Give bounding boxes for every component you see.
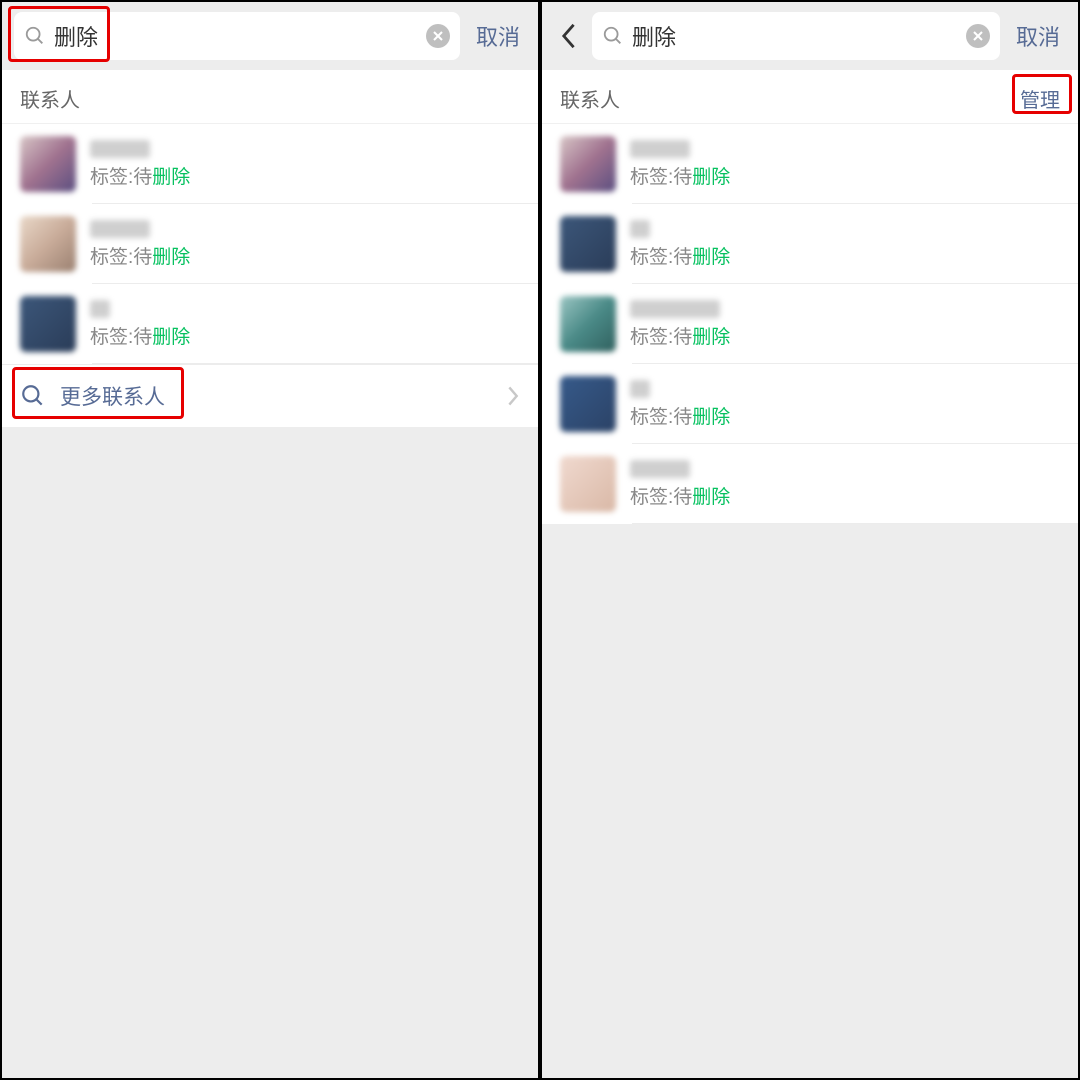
search-icon — [20, 383, 46, 409]
right-pane: 取消 联系人 管理 标签:待删除 标签:待删除 标签:待删除 — [540, 0, 1080, 1080]
contact-tag: 标签:待删除 — [90, 162, 190, 189]
clear-icon[interactable] — [426, 24, 450, 48]
contact-tag: 标签:待删除 — [90, 242, 190, 269]
back-button[interactable] — [554, 16, 582, 56]
contact-row[interactable]: 标签:待删除 — [542, 284, 1078, 364]
contacts-list: 标签:待删除 标签:待删除 标签:待删除 — [2, 124, 538, 364]
contact-name-redacted — [90, 300, 110, 318]
contact-name-redacted — [630, 380, 650, 398]
contact-row[interactable]: 标签:待删除 — [542, 124, 1078, 204]
contact-name-redacted — [630, 140, 690, 158]
avatar — [560, 136, 616, 192]
contact-row[interactable]: 标签:待删除 — [2, 204, 538, 284]
contact-row[interactable]: 标签:待删除 — [542, 204, 1078, 284]
search-input[interactable] — [54, 23, 418, 49]
contact-meta: 标签:待删除 — [630, 380, 730, 429]
search-header: 取消 — [542, 2, 1078, 70]
contact-meta: 标签:待删除 — [630, 220, 730, 269]
contact-meta: 标签:待删除 — [90, 220, 190, 269]
chevron-right-icon — [506, 385, 520, 407]
cancel-button[interactable]: 取消 — [1010, 20, 1066, 52]
cancel-button[interactable]: 取消 — [470, 20, 526, 52]
contact-row[interactable]: 标签:待删除 — [2, 284, 538, 364]
contact-name-redacted — [630, 220, 650, 238]
search-box[interactable] — [592, 12, 1000, 60]
contact-meta: 标签:待删除 — [90, 140, 190, 189]
search-input[interactable] — [632, 23, 958, 49]
left-pane: 取消 联系人 标签:待删除 标签:待删除 标签:待删除 — [0, 0, 540, 1080]
more-contacts-row[interactable]: 更多联系人 — [2, 364, 538, 427]
contact-tag: 标签:待删除 — [630, 482, 730, 509]
contact-meta: 标签:待删除 — [90, 300, 190, 349]
contact-name-redacted — [630, 460, 690, 478]
section-header-contacts: 联系人 — [2, 70, 538, 124]
manage-button[interactable]: 管理 — [1020, 84, 1060, 113]
contact-tag: 标签:待删除 — [630, 402, 730, 429]
contact-name-redacted — [630, 300, 720, 318]
avatar — [560, 376, 616, 432]
contact-tag: 标签:待删除 — [630, 242, 730, 269]
section-title: 联系人 — [560, 84, 620, 113]
avatar — [560, 216, 616, 272]
avatar — [560, 456, 616, 512]
avatar — [20, 216, 76, 272]
contacts-list: 标签:待删除 标签:待删除 标签:待删除 标签:待删除 — [542, 124, 1078, 524]
avatar — [560, 296, 616, 352]
contact-name-redacted — [90, 220, 150, 238]
contact-meta: 标签:待删除 — [630, 460, 730, 509]
contact-tag: 标签:待删除 — [630, 162, 730, 189]
contact-meta: 标签:待删除 — [630, 140, 730, 189]
avatar — [20, 296, 76, 352]
contact-name-redacted — [90, 140, 150, 158]
search-header: 取消 — [2, 2, 538, 70]
contact-row[interactable]: 标签:待删除 — [542, 444, 1078, 524]
search-icon — [24, 25, 46, 47]
avatar — [20, 136, 76, 192]
search-icon — [602, 25, 624, 47]
clear-icon[interactable] — [966, 24, 990, 48]
contact-row[interactable]: 标签:待删除 — [542, 364, 1078, 444]
more-contacts-label: 更多联系人 — [60, 381, 165, 411]
contact-tag: 标签:待删除 — [630, 322, 730, 349]
section-title: 联系人 — [20, 84, 80, 113]
search-box[interactable] — [14, 12, 460, 60]
contact-row[interactable]: 标签:待删除 — [2, 124, 538, 204]
contact-tag: 标签:待删除 — [90, 322, 190, 349]
contact-meta: 标签:待删除 — [630, 300, 730, 349]
section-header-contacts: 联系人 管理 — [542, 70, 1078, 124]
